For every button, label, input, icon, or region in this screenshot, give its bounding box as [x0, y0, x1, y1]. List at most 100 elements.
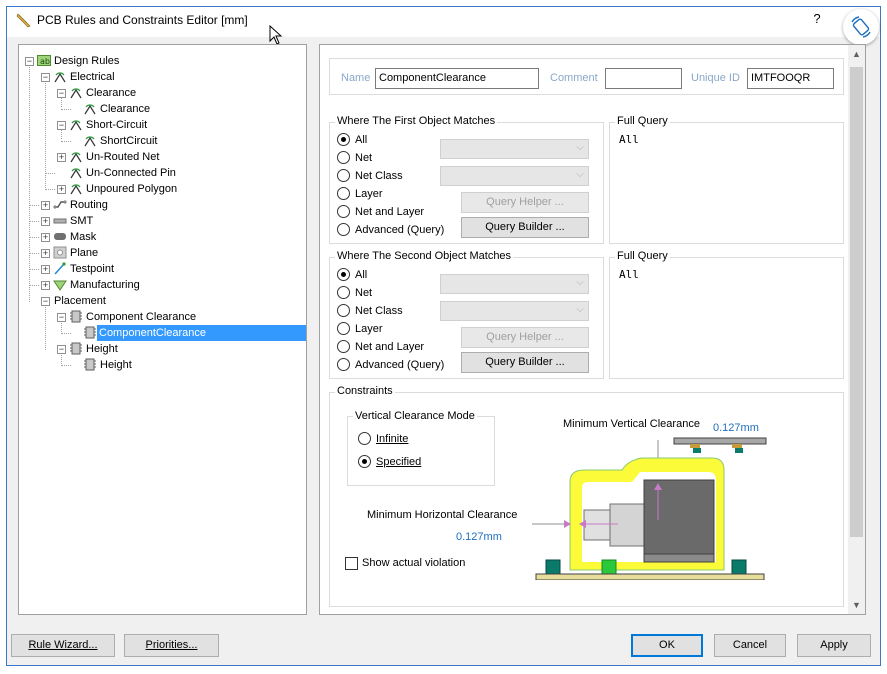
expand-icon[interactable]: + — [41, 217, 50, 226]
svg-text:ab: ab — [40, 57, 50, 66]
expand-icon[interactable]: + — [41, 265, 50, 274]
screen-rotate-icon — [851, 16, 871, 38]
electrical-icon — [54, 72, 66, 83]
rule-editor-panel: Name ComponentClearance Comment Unique I… — [319, 44, 866, 615]
vertical-mode-group — [347, 416, 495, 486]
name-label: Name — [341, 72, 371, 84]
tree-item-unconnected-pin[interactable]: Un-Connected Pin — [19, 165, 299, 181]
tree-item-clearance-group[interactable]: − Clearance — [19, 85, 299, 101]
first-query-builder-button[interactable]: Query Builder ... — [461, 217, 589, 238]
cancel-button[interactable]: Cancel — [714, 634, 786, 657]
collapse-icon[interactable]: − — [41, 73, 50, 82]
component-icon — [70, 342, 82, 355]
second-query-helper-button[interactable]: Query Helper ... — [461, 327, 589, 348]
expand-icon[interactable]: + — [41, 233, 50, 242]
expand-icon[interactable]: + — [41, 201, 50, 210]
rule-wizard-button[interactable]: Rule Wizard... — [11, 634, 115, 657]
first-net-combo[interactable]: ⌵ — [440, 139, 589, 159]
scroll-up-icon[interactable]: ▲ — [848, 45, 865, 63]
expand-icon[interactable]: + — [41, 249, 50, 258]
expand-icon[interactable]: + — [57, 185, 66, 194]
plane-icon — [53, 246, 67, 259]
tree-item-height-rule[interactable]: Height — [19, 357, 299, 373]
second-query-builder-button[interactable]: Query Builder ... — [461, 352, 589, 373]
window-title: PCB Rules and Constraints Editor [mm] — [37, 13, 248, 27]
first-object-title: Where The First Object Matches — [335, 115, 498, 127]
editor-scrollbar[interactable]: ▲ ▼ — [848, 45, 865, 614]
tree-item-smt[interactable]: + SMT — [19, 213, 299, 229]
help-button[interactable]: ? — [809, 11, 825, 29]
chevron-down-icon: ⌵ — [576, 169, 584, 180]
testpoint-icon — [54, 262, 66, 275]
expand-icon[interactable]: + — [41, 281, 50, 290]
tree-item-placement[interactable]: − Placement — [19, 293, 299, 309]
second-object-title: Where The Second Object Matches — [335, 250, 514, 262]
constraints-title: Constraints — [335, 385, 395, 397]
first-full-query-box — [609, 122, 844, 244]
first-query-helper-button[interactable]: Query Helper ... — [461, 192, 589, 213]
name-field[interactable]: ComponentClearance — [375, 68, 539, 89]
first-netclass-combo[interactable]: ⌵ — [440, 166, 589, 186]
scroll-thumb[interactable] — [850, 67, 863, 537]
electrical-icon — [70, 184, 82, 195]
tree-item-electrical[interactable]: − Electrical — [19, 69, 299, 85]
collapse-icon[interactable]: − — [25, 57, 34, 66]
chevron-down-icon: ⌵ — [576, 277, 584, 288]
vertical-mode-title: Vertical Clearance Mode — [353, 410, 477, 422]
unique-id-label: Unique ID — [691, 72, 740, 84]
manufacturing-icon — [53, 280, 67, 291]
routing-icon — [53, 200, 67, 209]
tree-item-plane[interactable]: + Plane — [19, 245, 299, 261]
first-full-query-title: Full Query — [615, 115, 670, 127]
electrical-icon — [70, 168, 82, 179]
second-full-query-box — [609, 257, 844, 379]
collapse-icon[interactable]: − — [57, 89, 66, 98]
first-full-query-text: All — [619, 133, 639, 146]
unique-id-field[interactable]: IMTFOOQR — [747, 68, 834, 89]
apply-button[interactable]: Apply — [797, 634, 871, 657]
mouse-pointer-icon — [269, 25, 283, 45]
electrical-icon — [70, 120, 82, 131]
chevron-down-icon: ⌵ — [576, 142, 584, 153]
tree-item-manufacturing[interactable]: + Manufacturing — [19, 277, 299, 293]
tree-item-unrouted-net[interactable]: + Un-Routed Net — [19, 149, 299, 165]
tree-item-height-group[interactable]: − Height — [19, 341, 299, 357]
tree-item-mask[interactable]: + Mask — [19, 229, 299, 245]
tree-item-unpoured-polygon[interactable]: + Unpoured Polygon — [19, 181, 299, 197]
show-violation-label: Show actual violation — [362, 557, 466, 569]
priorities-button[interactable]: Priorities... — [124, 634, 219, 657]
tree-item-design-rules[interactable]: − ab Design Rules — [19, 53, 299, 69]
tree-item-component-clearance-group[interactable]: − Component Clearance — [19, 309, 299, 325]
rules-folder-icon: ab — [37, 55, 51, 66]
min-horizontal-value[interactable]: 0.127mm — [456, 531, 502, 543]
screen-rotate-button[interactable] — [843, 9, 879, 45]
ruler-pencil-icon — [16, 13, 31, 28]
tree-item-component-clearance-rule[interactable]: ComponentClearance — [19, 325, 306, 341]
tree-item-routing[interactable]: + Routing — [19, 197, 299, 213]
second-full-query-text: All — [619, 268, 639, 281]
second-netclass-combo[interactable]: ⌵ — [440, 301, 589, 321]
collapse-icon[interactable]: − — [41, 297, 50, 306]
chevron-down-icon: ⌵ — [576, 304, 584, 315]
comment-field[interactable] — [605, 68, 682, 89]
ok-button[interactable]: OK — [631, 634, 703, 657]
tree-item-short-circuit-group[interactable]: − Short-Circuit — [19, 117, 299, 133]
tree-item-short-circuit-rule[interactable]: ShortCircuit — [19, 133, 299, 149]
component-icon — [84, 358, 96, 371]
scroll-down-icon[interactable]: ▼ — [848, 596, 865, 614]
dialog-window: PCB Rules and Constraints Editor [mm] ? — [6, 6, 881, 666]
second-net-combo[interactable]: ⌵ — [440, 274, 589, 294]
electrical-icon — [84, 104, 96, 115]
collapse-icon[interactable]: − — [57, 121, 66, 130]
collapse-icon[interactable]: − — [57, 345, 66, 354]
tree-item-clearance-rule[interactable]: Clearance — [19, 101, 299, 117]
title-bar: PCB Rules and Constraints Editor [mm] ? — [7, 7, 880, 45]
expand-icon[interactable]: + — [57, 153, 66, 162]
collapse-icon[interactable]: − — [57, 313, 66, 322]
min-vertical-label: Minimum Vertical Clearance — [563, 418, 700, 430]
component-icon — [84, 326, 96, 339]
electrical-icon — [70, 152, 82, 163]
min-horizontal-label: Minimum Horizontal Clearance — [367, 509, 518, 521]
rule-tree[interactable]: − ab Design Rules − Electrical − Clearan… — [18, 44, 307, 615]
tree-item-testpoint[interactable]: + Testpoint — [19, 261, 299, 277]
